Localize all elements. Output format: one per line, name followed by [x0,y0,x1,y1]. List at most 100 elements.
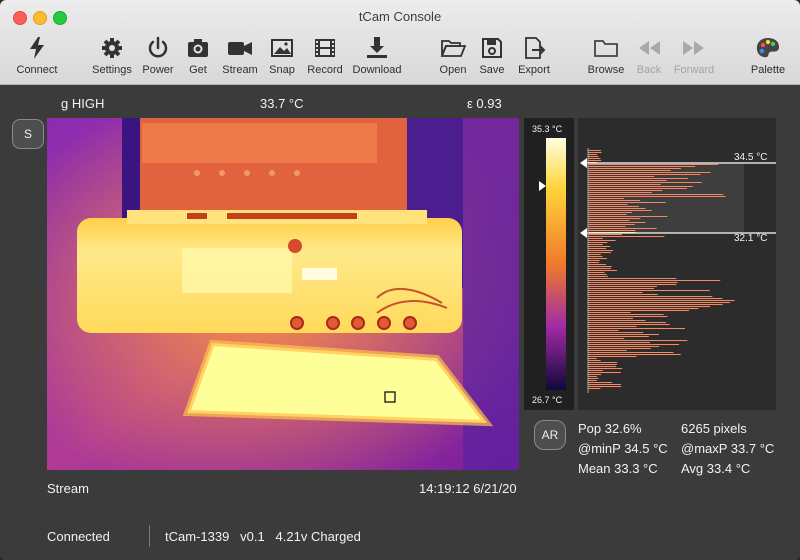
histogram-bar [588,384,621,386]
histogram-bar [588,302,730,304]
record-label: Record [307,64,343,76]
thermal-image[interactable] [47,118,519,470]
histogram-bar [588,282,678,284]
histogram-bar [588,278,677,280]
histogram-bar [588,330,619,332]
histogram-bar [588,284,677,286]
histogram-bar [588,192,653,194]
histogram-bar [588,268,611,270]
histogram-bar [588,338,625,340]
histogram-bar [588,182,702,184]
open-button[interactable]: Open [436,36,470,82]
back-button[interactable]: Back [632,36,666,82]
histogram-bar [588,316,668,318]
forward-label: Forward [673,64,715,76]
histogram-bar [588,266,612,268]
histogram-bar [588,250,614,252]
histogram-bar [588,360,601,362]
histogram-bar [588,294,658,296]
histogram-bar [588,300,735,302]
histogram-bar [588,364,617,366]
upper-marker-label: 34.5 °C [734,152,768,163]
spot-temperature: 33.7 °C [260,96,304,111]
histogram-bar [588,374,602,376]
settings-label: Settings [92,64,132,76]
histogram-bar [588,344,680,346]
histogram-bar [588,272,605,274]
stream-button[interactable]: Stream [219,36,261,82]
histogram-bar [588,362,618,364]
histogram-bar [588,378,599,380]
histogram-bar [588,172,711,174]
histogram-bar [588,252,612,254]
power-icon [148,36,168,58]
connect-label: Connect [16,64,58,76]
histogram-bar [588,174,701,176]
power-button[interactable]: Power [140,36,176,82]
histogram-bar [588,320,646,322]
histogram-bar [588,190,663,192]
histogram-bar [588,306,711,308]
upper-marker-handle[interactable] [580,158,587,168]
histogram-bar [588,358,597,360]
scale-max-label: 35.3 °C [532,124,563,134]
histogram-bar [588,280,721,282]
histogram-bar [588,270,618,272]
histogram-bar [588,336,649,338]
record-button[interactable]: Record [304,36,346,82]
histogram-bar [588,150,601,152]
histogram-bar [588,196,726,198]
histogram-bar [588,218,641,220]
histogram-bar [588,298,723,300]
histogram-bar [588,382,613,384]
histogram-bar [588,238,603,240]
histogram-bar [588,342,650,344]
connect-button[interactable]: Connect [12,36,62,82]
download-icon [367,37,387,58]
histogram-bar [588,334,660,336]
minp-stat: @minP 34.5 °C [578,441,668,456]
forward-button[interactable]: Forward [670,36,718,82]
histogram-bar [588,312,631,314]
folder-open-icon [440,40,466,57]
histogram-bar [588,254,601,256]
save-button[interactable]: Save [476,36,508,82]
histogram-bar [588,240,616,242]
ar-button[interactable]: AR [534,420,566,450]
histogram-bar [588,388,601,390]
emissivity-label: ε 0.93 [467,96,502,111]
window-title: tCam Console [358,9,442,24]
histogram-bar [588,346,660,348]
snap-button[interactable]: Snap [266,36,298,82]
download-button[interactable]: Download [350,36,404,82]
toolbar: tCam Console Connect Settings Power Get … [0,0,800,85]
histogram-bar [588,356,637,358]
palette-button[interactable]: Palette [748,36,788,82]
lower-marker-handle[interactable] [580,228,587,238]
app-window: tCam Console Connect Settings Power Get … [0,0,800,560]
export-button[interactable]: Export [513,36,555,82]
save-label: Save [479,64,505,76]
histogram-bar [588,154,598,156]
export-label: Export [518,64,550,76]
histogram-bar [588,354,681,356]
histogram-bar [588,170,671,172]
download-label: Download [352,64,402,76]
pixels-stat: 6265 pixels [681,421,747,436]
spot-button[interactable]: S [12,119,44,149]
histogram-bar [588,290,710,292]
histogram-bar [588,186,693,188]
histogram-bar [588,216,668,218]
histogram-bar [588,176,655,178]
histogram-bar [588,226,626,228]
browse-button[interactable]: Browse [584,36,628,82]
histogram-bar [588,178,688,180]
get-button[interactable]: Get [183,36,213,82]
connection-status: Connected [47,529,110,544]
lightning-icon [30,37,44,59]
histogram-bar [588,258,608,260]
snap-label: Snap [269,64,295,76]
lower-marker-label: 32.1 °C [734,233,768,244]
settings-button[interactable]: Settings [88,36,136,82]
gain-label: g HIGH [61,96,105,111]
